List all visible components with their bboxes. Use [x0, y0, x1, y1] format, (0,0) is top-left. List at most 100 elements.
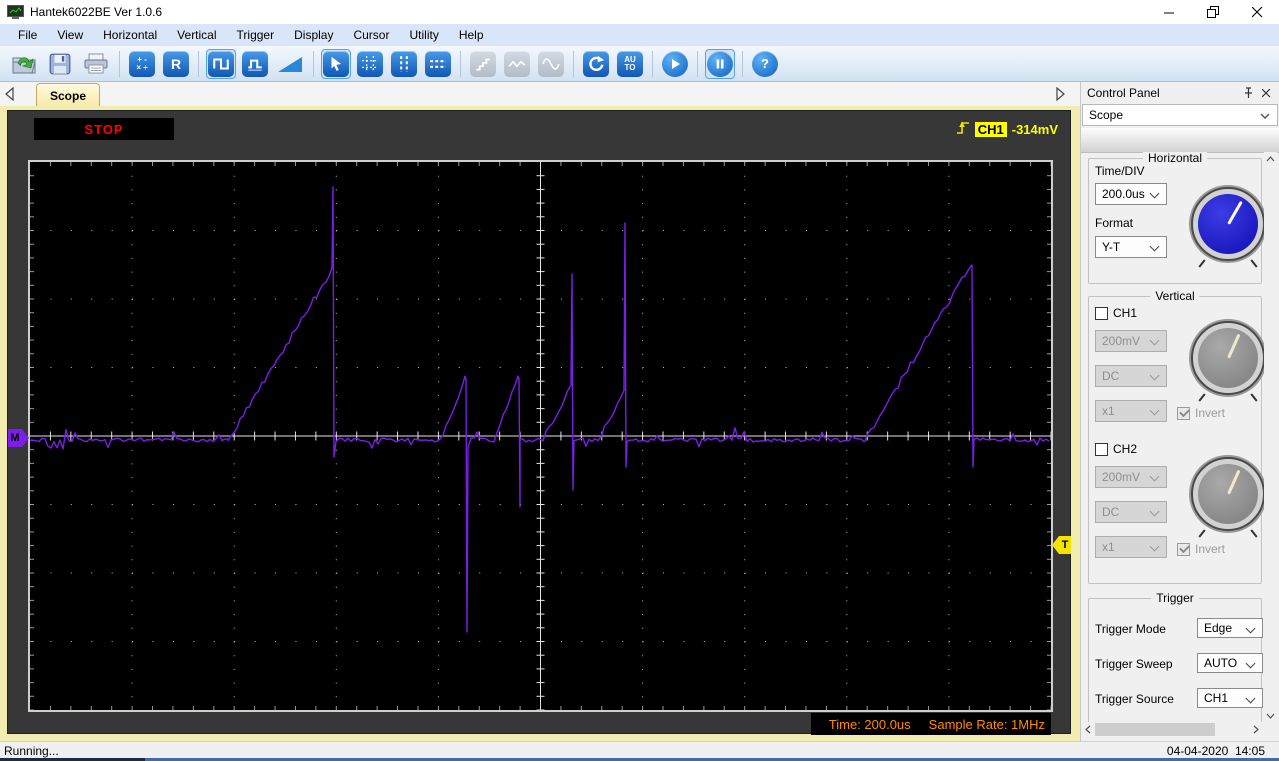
ch2-coupling-select[interactable]: DC: [1095, 501, 1167, 523]
timebase-readout: Time: 200.0us Sample Rate: 1MHz: [811, 713, 1051, 735]
panel-vertical-scrollbar[interactable]: [1264, 152, 1277, 722]
minimize-button[interactable]: [1147, 0, 1191, 24]
tab-scope[interactable]: Scope: [36, 83, 100, 107]
timediv-select[interactable]: 200.0us: [1095, 183, 1167, 205]
math-button[interactable]: + - × ÷: [127, 49, 157, 79]
ch2-probe-select[interactable]: x1: [1095, 536, 1167, 558]
trigger-readout: CH1 -314mV: [956, 118, 1058, 140]
pulse-wave-button[interactable]: [240, 49, 270, 79]
pin-icon[interactable]: [1239, 84, 1257, 102]
waveform-plot: [28, 160, 1053, 712]
trigger-sweep-select[interactable]: AUTO: [1197, 653, 1263, 673]
square-wave-icon: [208, 50, 234, 77]
control-panel: Control Panel Scope Horizontal Time/DIV …: [1080, 82, 1279, 741]
control-panel-close-icon[interactable]: [1257, 84, 1275, 102]
panel-mode-select[interactable]: Scope: [1082, 104, 1278, 126]
scroll-right-icon[interactable]: [1249, 722, 1263, 737]
window-title: Hantek6022BE Ver 1.0.6: [30, 5, 163, 19]
knob-face: [1198, 328, 1258, 388]
trigger-source-select[interactable]: CH1: [1197, 688, 1263, 708]
panel-horizontal-scrollbar[interactable]: [1081, 722, 1263, 737]
toolbar-separator: [742, 50, 743, 77]
menu-item-view[interactable]: View: [47, 25, 93, 45]
ch1-voltsdiv-select[interactable]: 200mV: [1095, 330, 1167, 352]
square-wave-button[interactable]: [206, 48, 236, 79]
grid-measure-button[interactable]: [355, 49, 385, 79]
vertical-group-title: Vertical: [1150, 289, 1200, 303]
ch1-enable-checkbox[interactable]: CH1: [1095, 306, 1137, 320]
ch2-position-knob[interactable]: [1191, 457, 1265, 531]
app-icon: [7, 4, 24, 20]
pause-button[interactable]: [705, 48, 735, 79]
math-channel-trace: [30, 186, 1050, 633]
ch2-coupling-value: DC: [1102, 505, 1120, 519]
auto-setup-button[interactable]: AU TO: [615, 49, 645, 79]
horizontal-cursor-button[interactable]: [423, 49, 453, 79]
refresh-button[interactable]: [581, 49, 611, 79]
menu-item-help[interactable]: Help: [449, 25, 494, 45]
help-icon: ?: [752, 50, 778, 77]
trigger-edge-icon: [956, 119, 970, 139]
ch1-invert-checkbox[interactable]: Invert: [1177, 406, 1225, 420]
step-wave-button[interactable]: [468, 49, 498, 79]
ch1-coupling-select[interactable]: DC: [1095, 365, 1167, 387]
tab-scope-label: Scope: [49, 88, 86, 103]
save-file-button[interactable]: [44, 49, 76, 79]
reference-button[interactable]: R: [161, 49, 191, 79]
ch2-voltsdiv-select[interactable]: 200mV: [1095, 466, 1167, 488]
menu-bar: File View Horizontal Vertical Trigger Display…: [0, 24, 1279, 46]
ramp-button[interactable]: [274, 49, 306, 79]
knob-pointer: [1226, 469, 1240, 495]
format-select[interactable]: Y-T: [1095, 236, 1167, 258]
trigger-source-label: Trigger Source: [1095, 692, 1174, 706]
math-icon: + - × ÷: [129, 50, 155, 77]
print-button[interactable]: [80, 49, 112, 79]
menu-item-display[interactable]: Display: [284, 25, 343, 45]
horizontal-cursor-icon: [425, 50, 451, 77]
status-text: Running...: [4, 744, 59, 758]
menu-item-trigger[interactable]: Trigger: [227, 25, 285, 45]
horizontal-position-knob[interactable]: [1191, 187, 1265, 261]
math-channel-position-marker[interactable]: M: [8, 429, 29, 447]
scrollbar-thumb[interactable]: [1095, 723, 1215, 736]
scope-display-area: STOP CH1 -314mV M T Time: 200.0us Sample…: [7, 110, 1071, 735]
menu-item-file[interactable]: File: [8, 25, 47, 45]
menu-item-utility[interactable]: Utility: [399, 25, 448, 45]
knob-pointer: [1226, 200, 1243, 225]
acquisition-status-label: STOP: [84, 121, 124, 137]
menu-item-vertical[interactable]: Vertical: [167, 25, 226, 45]
cursor-select-button[interactable]: [321, 48, 351, 79]
vertical-cursor-button[interactable]: [389, 49, 419, 79]
menu-item-cursor[interactable]: Cursor: [343, 25, 399, 45]
scroll-left-icon[interactable]: [1081, 722, 1095, 737]
toolbar-separator: [460, 50, 461, 77]
ch1-position-knob[interactable]: [1191, 321, 1265, 395]
sine-wave-icon: [538, 50, 564, 77]
toolbar-separator: [119, 50, 120, 77]
toolbar-separator: [573, 50, 574, 77]
trigger-level-marker[interactable]: T: [1052, 536, 1071, 554]
tab-scroll-left-icon[interactable]: [3, 86, 17, 102]
menu-item-horizontal[interactable]: Horizontal: [93, 25, 167, 45]
trigger-mode-select[interactable]: Edge: [1197, 618, 1263, 638]
sine-wave-button[interactable]: [536, 49, 566, 79]
ch1-invert-box: [1177, 406, 1190, 420]
restore-button[interactable]: [1191, 0, 1235, 24]
scroll-up-icon[interactable]: [1264, 152, 1277, 165]
open-file-button[interactable]: [8, 49, 40, 79]
title-bar: Hantek6022BE Ver 1.0.6: [0, 0, 1279, 24]
smooth-wave-button[interactable]: [502, 49, 532, 79]
toolbar-separator: [652, 50, 653, 77]
ramp-icon: [276, 51, 304, 77]
scroll-down-icon[interactable]: [1264, 709, 1277, 722]
timediv-value: 200.0us: [1102, 187, 1145, 201]
ch1-probe-select[interactable]: x1: [1095, 400, 1167, 422]
sample-rate-value: Sample Rate: 1MHz: [928, 716, 1045, 732]
help-button[interactable]: ?: [750, 49, 780, 79]
ch2-enable-checkbox[interactable]: CH2: [1095, 442, 1137, 456]
scope-page: STOP CH1 -314mV M T Time: 200.0us Sample…: [0, 106, 1080, 741]
tab-scroll-right-icon[interactable]: [1053, 86, 1067, 102]
play-button[interactable]: [660, 49, 690, 79]
close-button[interactable]: [1235, 0, 1279, 24]
ch2-invert-checkbox[interactable]: Invert: [1177, 542, 1225, 556]
